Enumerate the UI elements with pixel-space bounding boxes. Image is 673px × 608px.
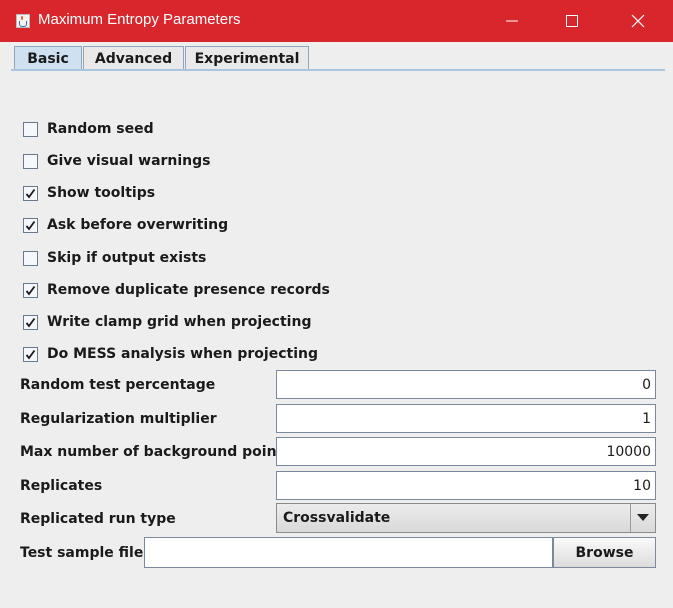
ask-overwriting-option[interactable]: Ask before overwriting	[23, 214, 228, 236]
run-type-select[interactable]: Crossvalidate	[276, 503, 656, 533]
tab-advanced[interactable]: Advanced	[83, 46, 184, 70]
maximize-icon	[566, 15, 578, 27]
skip-output-option[interactable]: Skip if output exists	[23, 247, 206, 269]
run-type-value: Crossvalidate	[283, 510, 391, 526]
clamp-grid-checkbox[interactable]	[23, 314, 38, 330]
remove-duplicates-option[interactable]: Remove duplicate presence records	[23, 279, 330, 301]
skip-output-checkbox[interactable]	[23, 250, 38, 266]
maximize-button[interactable]	[547, 0, 597, 42]
test-sample-label: Test sample file	[20, 545, 144, 561]
random-seed-label: Random seed	[47, 121, 154, 137]
tab-experimental[interactable]: Experimental	[185, 46, 309, 70]
tab-basic[interactable]: Basic	[14, 46, 82, 70]
minimize-icon	[506, 20, 518, 22]
replicates-label: Replicates	[20, 478, 103, 494]
replicates-input[interactable]	[276, 471, 656, 500]
random-test-percentage-label: Random test percentage	[20, 377, 216, 393]
java-cup-icon	[16, 14, 30, 28]
clamp-grid-label: Write clamp grid when projecting	[47, 314, 312, 330]
ask-overwriting-checkbox[interactable]	[23, 217, 38, 233]
regularization-multiplier-input[interactable]	[276, 404, 656, 433]
mess-analysis-option[interactable]: Do MESS analysis when projecting	[23, 343, 318, 365]
window-title: Maximum Entropy Parameters	[38, 11, 241, 28]
minimize-button[interactable]	[487, 0, 537, 42]
show-tooltips-checkbox[interactable]	[23, 185, 38, 201]
browse-button[interactable]: Browse	[553, 537, 656, 568]
clamp-grid-option[interactable]: Write clamp grid when projecting	[23, 311, 311, 333]
checkmark-icon	[25, 220, 36, 230]
checkmark-icon	[25, 285, 36, 295]
remove-duplicates-label: Remove duplicate presence records	[47, 282, 330, 298]
run-type-label: Replicated run type	[20, 511, 176, 527]
random-test-percentage-input[interactable]	[276, 370, 656, 399]
random-seed-option[interactable]: Random seed	[23, 118, 154, 140]
mess-analysis-checkbox[interactable]	[23, 346, 38, 362]
visual-warnings-label: Give visual warnings	[47, 153, 211, 169]
show-tooltips-label: Show tooltips	[47, 185, 156, 201]
title-bar[interactable]: Maximum Entropy Parameters	[0, 0, 673, 42]
checkmark-icon	[25, 188, 36, 198]
regularization-multiplier-label: Regularization multiplier	[20, 411, 217, 427]
skip-output-label: Skip if output exists	[47, 250, 207, 266]
checkmark-icon	[25, 317, 36, 327]
show-tooltips-option[interactable]: Show tooltips	[23, 182, 155, 204]
dropdown-arrow-button[interactable]	[630, 504, 655, 532]
close-icon	[631, 14, 645, 28]
visual-warnings-checkbox[interactable]	[23, 153, 38, 169]
tab-divider	[11, 69, 665, 71]
close-button[interactable]	[613, 0, 663, 42]
random-seed-checkbox[interactable]	[23, 121, 38, 137]
background-points-label: Max number of background points	[20, 444, 292, 460]
background-points-input[interactable]	[276, 437, 656, 466]
ask-overwriting-label: Ask before overwriting	[47, 217, 229, 233]
triangle-down-icon	[637, 514, 649, 521]
test-sample-input[interactable]	[144, 537, 553, 568]
mess-analysis-label: Do MESS analysis when projecting	[47, 346, 318, 362]
visual-warnings-option[interactable]: Give visual warnings	[23, 150, 211, 172]
checkmark-icon	[25, 349, 36, 359]
remove-duplicates-checkbox[interactable]	[23, 282, 38, 298]
